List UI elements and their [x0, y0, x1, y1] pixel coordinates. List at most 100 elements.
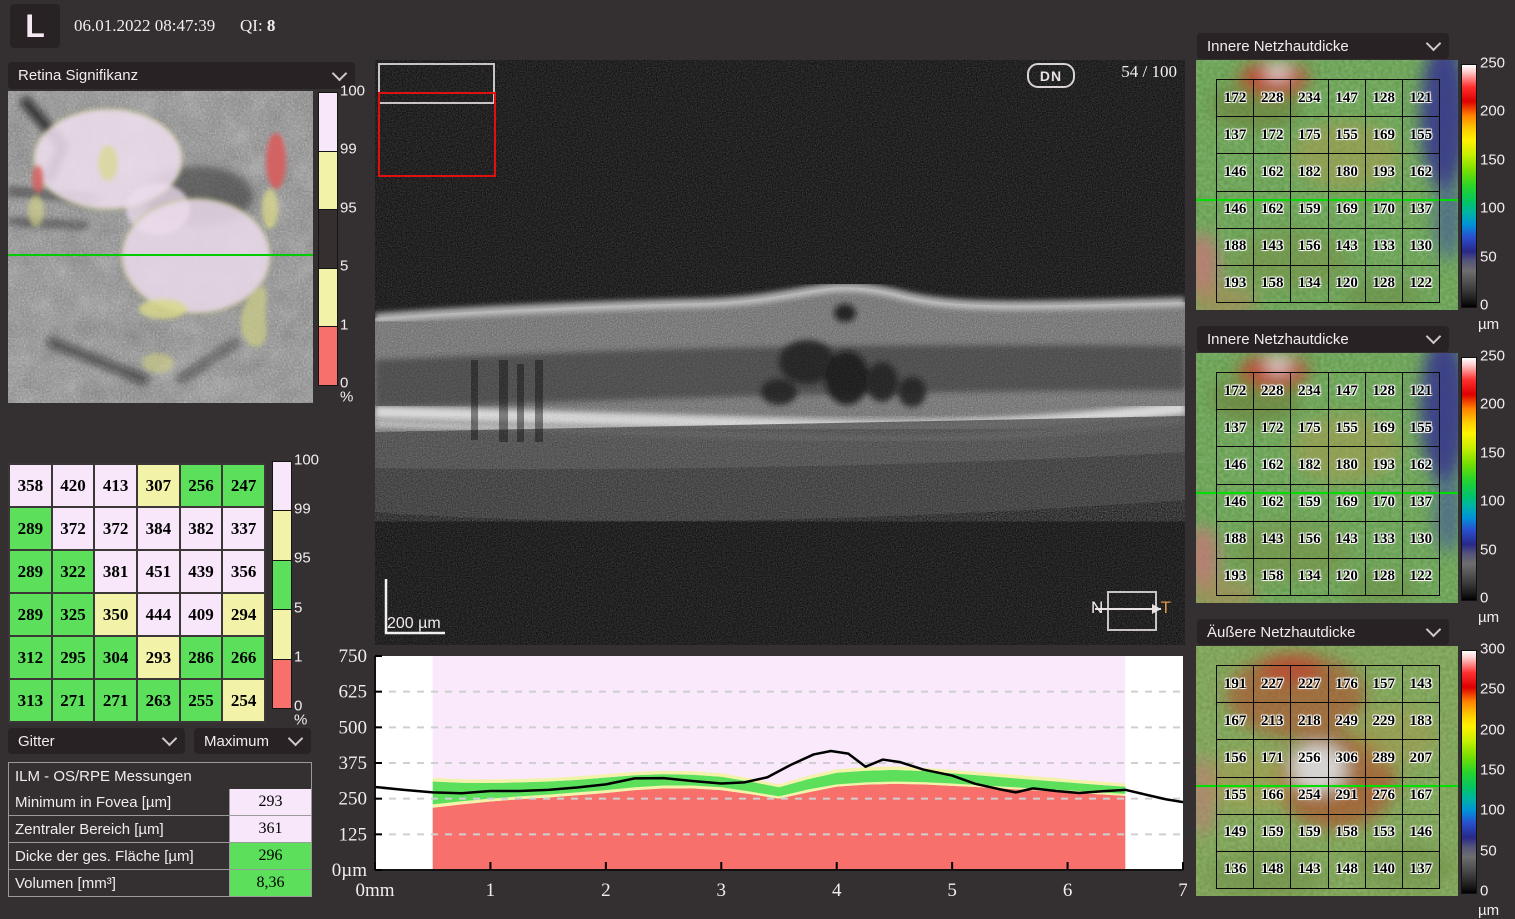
thickness-value-cell: 121 — [1402, 372, 1440, 410]
thickness-value-cell: 170 — [1365, 484, 1403, 522]
temporal-label: T — [1161, 598, 1171, 618]
scale-tick-label: 0 — [1480, 883, 1488, 900]
scale-tick-label: 95 — [340, 199, 357, 216]
scale-unit-label: µm — [1478, 902, 1499, 919]
thickness-value-cell: 155 — [1328, 409, 1366, 447]
thickness-heatmap[interactable]: 1912272271761571431672132182492291831561… — [1196, 646, 1458, 896]
scale-segment — [319, 93, 337, 152]
thickness-value-cell: 158 — [1253, 265, 1291, 303]
thickness-value-cell: 193 — [1365, 153, 1403, 191]
thickness-value-cell: 291 — [1328, 777, 1366, 815]
thickness-value-cell: 128 — [1365, 372, 1403, 410]
scale-unit-label: % — [340, 389, 353, 406]
scale-unit-label: µm — [1478, 316, 1499, 333]
thickness-map-dropdown[interactable]: Innere Netzhautdicke — [1197, 33, 1449, 59]
significance-grid-cell: 286 — [181, 637, 222, 678]
thickness-value-cell: 146 — [1216, 153, 1254, 191]
measurement-value: 361 — [230, 816, 311, 842]
thickness-value-cell: 158 — [1253, 558, 1291, 596]
thickness-value-cell: 137 — [1402, 191, 1440, 229]
significance-grid-cell: 289 — [10, 594, 51, 635]
thickness-value-cell: 289 — [1365, 739, 1403, 777]
significance-grid-cell: 356 — [223, 551, 264, 592]
scale-tick-label: 200 — [1480, 721, 1505, 738]
thickness-value-cell: 249 — [1328, 702, 1366, 740]
thickness-value-cell: 182 — [1290, 446, 1328, 484]
significance-grid-cell: 313 — [10, 680, 51, 721]
svg-text:375: 375 — [339, 753, 368, 774]
significance-grid-cell: 451 — [138, 551, 179, 592]
thickness-value-cell: 306 — [1328, 739, 1366, 777]
svg-text:0µm: 0µm — [332, 860, 367, 881]
selected-region-rect[interactable] — [378, 92, 496, 177]
scale-tick-label: 250 — [1480, 348, 1505, 365]
scale-segment — [273, 660, 291, 708]
svg-text:250: 250 — [339, 789, 368, 810]
measurements-table: ILM - OS/RPE Messungen Minimum in Fovea … — [8, 762, 312, 897]
thickness-value-cell: 146 — [1216, 191, 1254, 229]
measurements-title: ILM - OS/RPE Messungen — [9, 763, 311, 789]
thickness-value-cell: 134 — [1290, 265, 1328, 303]
significance-grid-cell: 409 — [181, 594, 222, 635]
significance-grid-cell: 263 — [138, 680, 179, 721]
oct-bscan-image[interactable]: DN 54 / 100 200 µm N T — [375, 60, 1185, 645]
statistic-dropdown[interactable]: Maximum — [194, 728, 311, 754]
thickness-value-cell: 121 — [1402, 79, 1440, 117]
thickness-value-cell: 169 — [1328, 191, 1366, 229]
scale-tick-label: 1 — [340, 316, 348, 333]
thickness-value-cell: 169 — [1328, 484, 1366, 522]
chevron-down-icon — [1426, 622, 1442, 638]
thickness-value-cell: 175 — [1290, 409, 1328, 447]
scale-tick-label: 150 — [1480, 444, 1505, 461]
thickness-heatmap[interactable]: 1722282341471281211371721751551691551461… — [1196, 353, 1458, 603]
thickness-heatmap[interactable]: 1722282341471281211371721751551691551461… — [1196, 60, 1458, 310]
thickness-value-cell: 188 — [1216, 521, 1254, 559]
quality-index: QI: 8 — [240, 16, 275, 36]
significance-grid-cell: 382 — [181, 508, 222, 549]
thickness-color-scale — [1461, 357, 1477, 601]
thickness-value-cell: 148 — [1328, 851, 1366, 889]
thickness-value-cell: 148 — [1253, 851, 1291, 889]
svg-text:500: 500 — [339, 717, 368, 738]
significance-grid: 3584204133072562472893723723843823372893… — [8, 463, 266, 723]
significance-grid-cell: 294 — [223, 594, 264, 635]
grid-type-dropdown[interactable]: Gitter — [8, 728, 185, 754]
scale-tick-label: 5 — [340, 258, 348, 275]
map-type-dropdown[interactable]: Retina Signifikanz — [8, 62, 355, 89]
scale-segment — [319, 152, 337, 211]
thickness-value-cell: 167 — [1402, 777, 1440, 815]
significance-grid-cell: 384 — [138, 508, 179, 549]
thickness-value-cell: 167 — [1216, 702, 1254, 740]
thickness-map-dropdown[interactable]: Äußere Netzhautdicke — [1197, 619, 1449, 645]
thickness-value-cell: 162 — [1402, 153, 1440, 191]
thickness-value-cell: 166 — [1253, 777, 1291, 815]
thickness-value-cell: 229 — [1365, 702, 1403, 740]
frame-counter: 54 / 100 — [1121, 62, 1177, 82]
chevron-down-icon — [1426, 329, 1442, 345]
significance-grid-cell: 350 — [95, 594, 136, 635]
thickness-value-cell: 143 — [1253, 521, 1291, 559]
svg-text:7: 7 — [1178, 880, 1187, 901]
significance-grid-cell: 271 — [95, 680, 136, 721]
fundus-significance-map[interactable] — [8, 91, 313, 403]
significance-grid-cell: 271 — [53, 680, 94, 721]
thickness-value-cell: 159 — [1290, 484, 1328, 522]
scale-segment — [273, 561, 291, 610]
thickness-value-cell: 193 — [1216, 265, 1254, 303]
scale-tick-label: 1 — [294, 648, 302, 665]
scale-tick-label: 100 — [340, 83, 365, 100]
significance-grid-cell: 325 — [53, 594, 94, 635]
svg-text:750: 750 — [339, 646, 368, 667]
scale-unit-label: µm — [1478, 609, 1499, 626]
thickness-value-cell: 146 — [1402, 814, 1440, 852]
thickness-value-cell: 137 — [1216, 409, 1254, 447]
measurements-table-header: ILM - OS/RPE Messungen — [9, 763, 311, 789]
thickness-value-cell: 155 — [1402, 409, 1440, 447]
thickness-map-dropdown[interactable]: Innere Netzhautdicke — [1197, 326, 1449, 352]
thickness-value-cell: 155 — [1216, 777, 1254, 815]
thickness-value-cell: 143 — [1328, 228, 1366, 266]
svg-text:0mm: 0mm — [355, 880, 394, 901]
thickness-value-cell: 157 — [1365, 665, 1403, 703]
thickness-value-cell: 207 — [1402, 739, 1440, 777]
thickness-value-cell: 155 — [1328, 116, 1366, 154]
